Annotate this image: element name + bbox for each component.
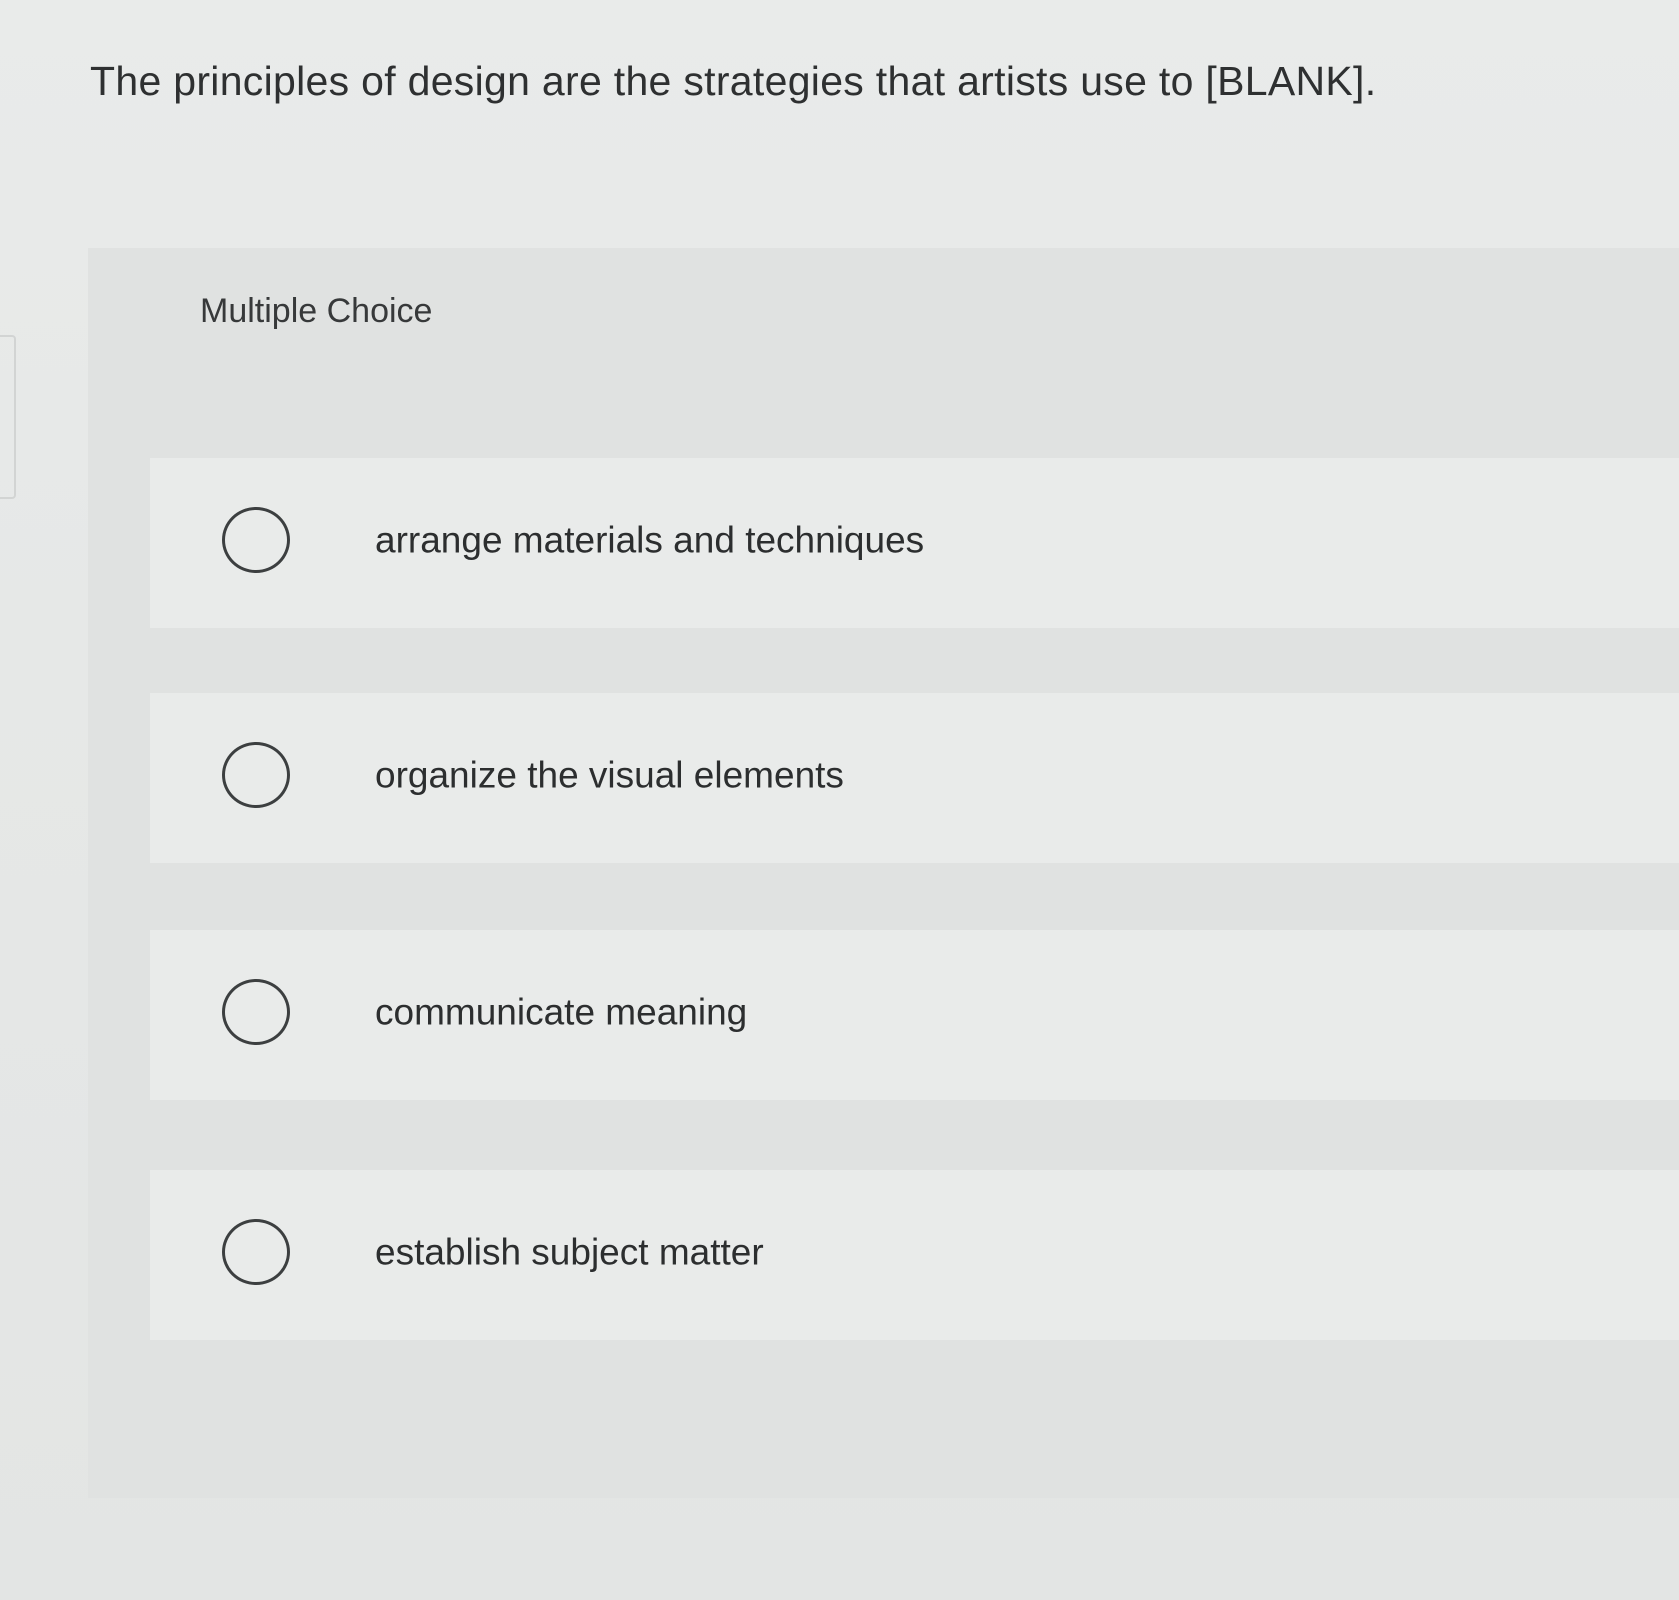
- question-type-label: Multiple Choice: [200, 292, 433, 330]
- radio-button[interactable]: [222, 507, 290, 573]
- answer-option-2[interactable]: organize the visual elements: [150, 693, 1679, 863]
- answer-option-1[interactable]: arrange materials and techniques: [150, 458, 1679, 628]
- answer-option-label[interactable]: establish subject matter: [375, 1231, 764, 1273]
- answer-option-4[interactable]: establish subject matter: [150, 1170, 1679, 1340]
- radio-button[interactable]: [222, 1219, 290, 1285]
- answer-option-label[interactable]: arrange materials and techniques: [375, 519, 924, 561]
- quiz-page: The principles of design are the strateg…: [0, 0, 1679, 1600]
- question-prompt: The principles of design are the strateg…: [90, 58, 1377, 104]
- side-tab: [0, 335, 16, 499]
- radio-button[interactable]: [222, 979, 290, 1045]
- answer-option-label[interactable]: communicate meaning: [375, 991, 747, 1033]
- answer-option-label[interactable]: organize the visual elements: [375, 754, 844, 796]
- answer-option-3[interactable]: communicate meaning: [150, 930, 1679, 1100]
- radio-button[interactable]: [222, 742, 290, 808]
